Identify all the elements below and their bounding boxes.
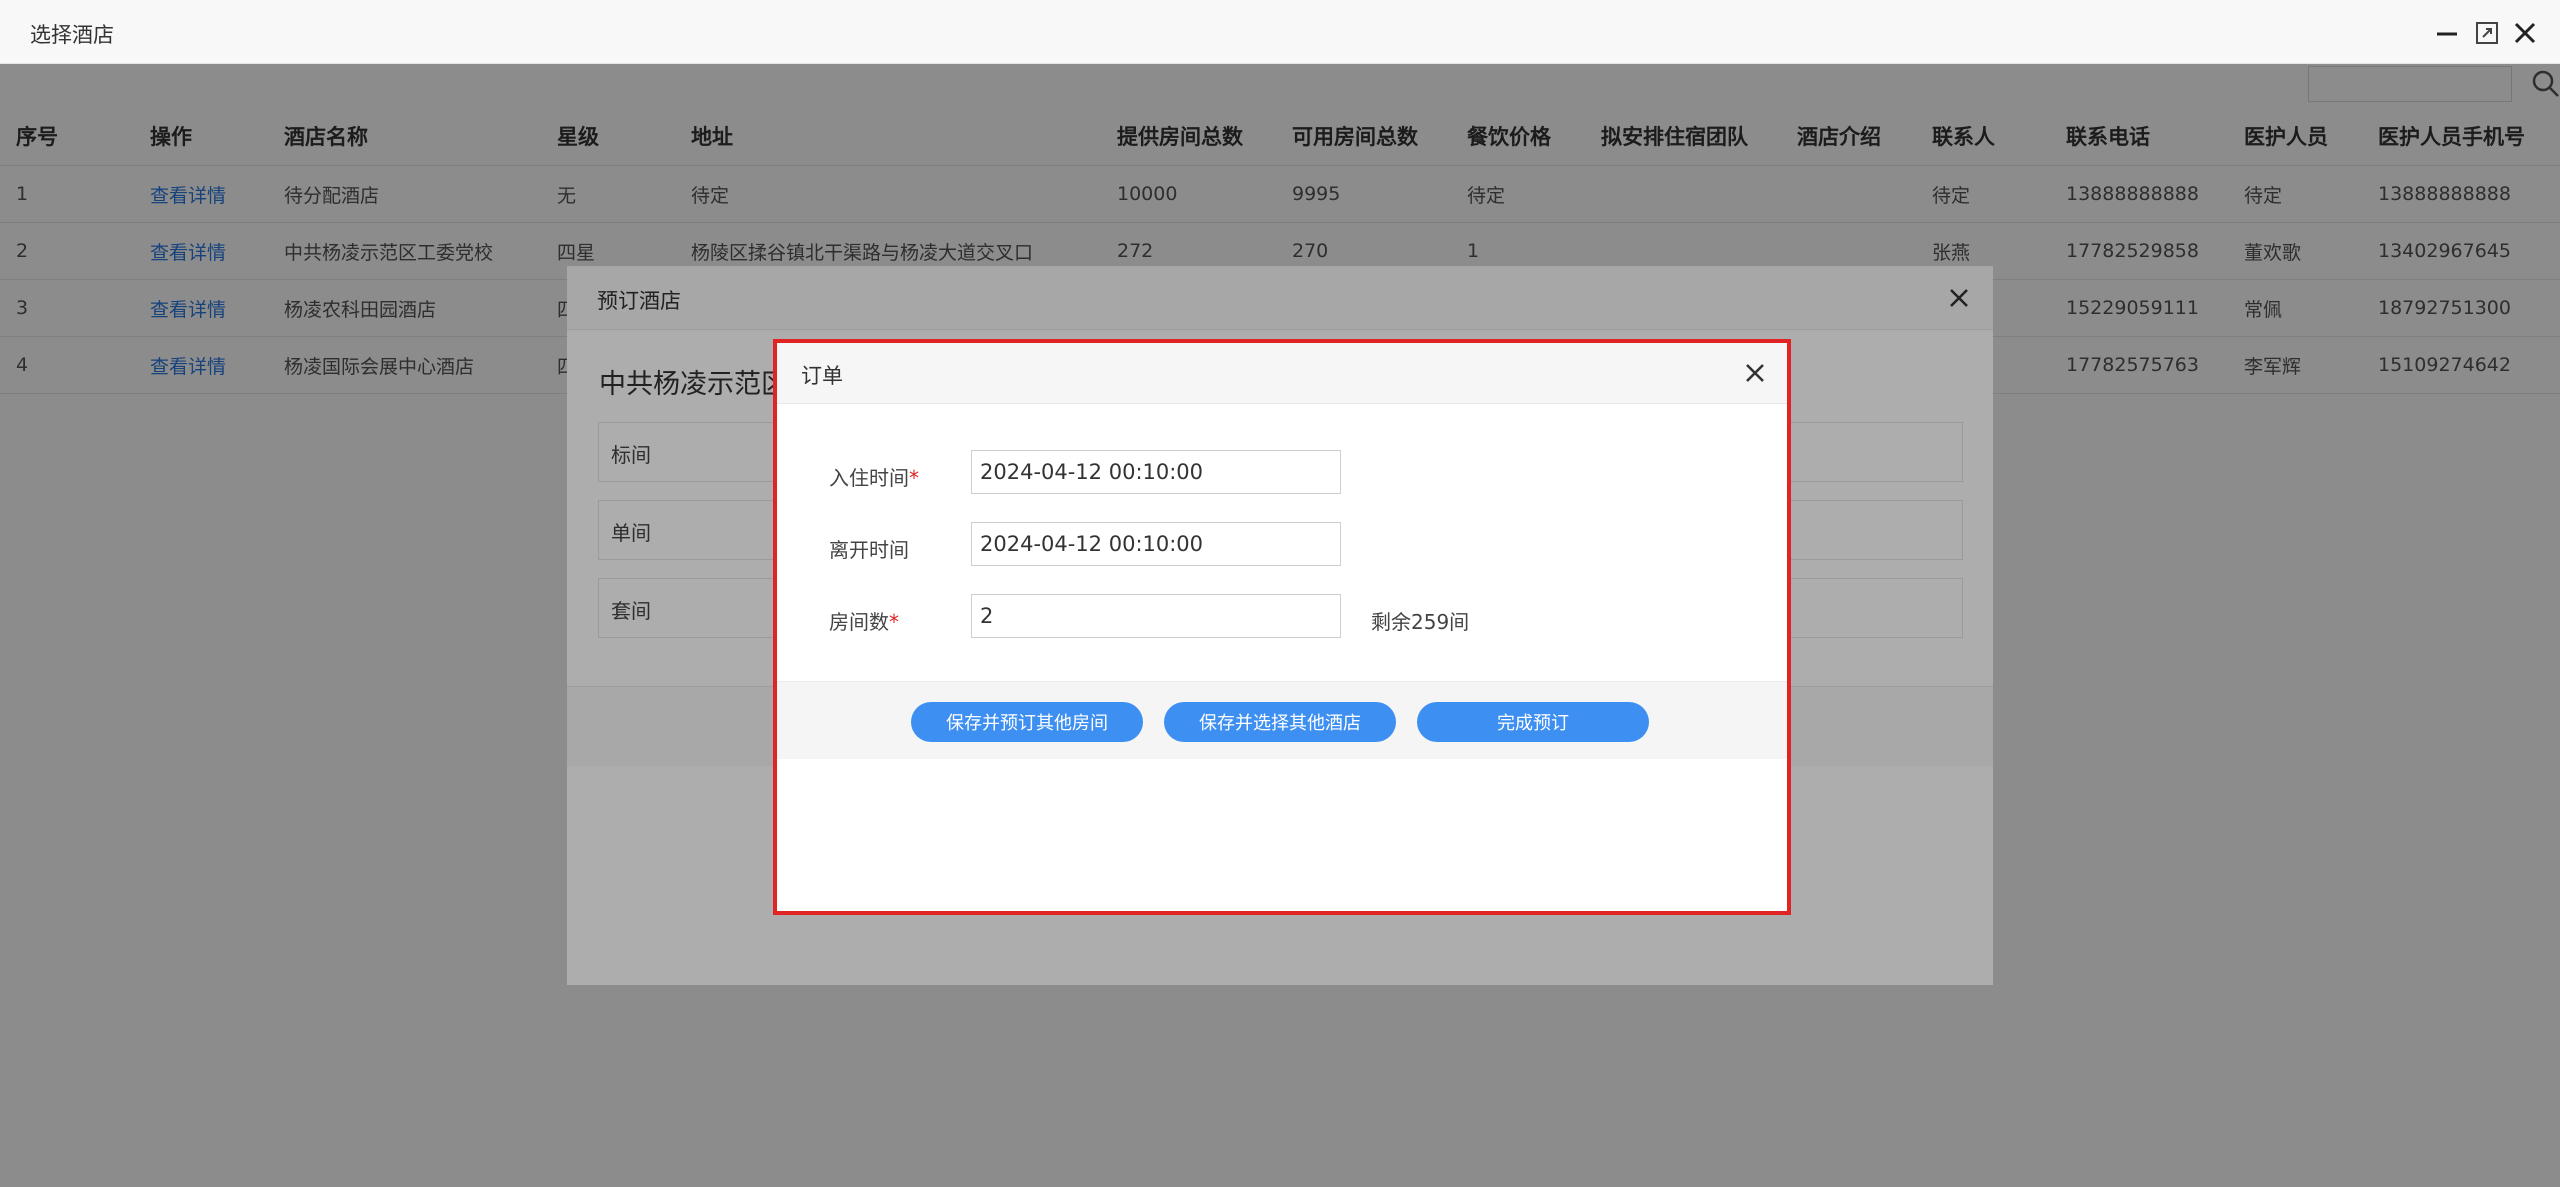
checkin-row: 入住时间* [777, 450, 1787, 496]
required-mark: * [909, 466, 919, 490]
order-dialog-title: 订单 [801, 364, 843, 388]
checkout-input[interactable] [971, 522, 1341, 566]
close-icon[interactable] [2512, 20, 2538, 46]
close-icon[interactable] [1741, 359, 1769, 387]
checkin-label: 入住时间* [829, 462, 919, 491]
rooms-label: 房间数* [829, 606, 899, 635]
minimize-icon[interactable] [2434, 20, 2460, 46]
checkin-input[interactable] [971, 450, 1341, 494]
save-book-other-rooms-button[interactable]: 保存并预订其他房间 [911, 702, 1143, 742]
rooms-input[interactable] [971, 594, 1341, 638]
order-dialog-footer: 保存并预订其他房间 保存并选择其他酒店 完成预订 [777, 681, 1787, 759]
save-choose-other-hotel-button[interactable]: 保存并选择其他酒店 [1164, 702, 1396, 742]
order-dialog-header: 订单 [777, 343, 1787, 404]
window-title: 选择酒店 [30, 23, 114, 47]
checkout-label: 离开时间 [829, 538, 909, 562]
order-dialog: 订单 入住时间* 离开时间 房间数* 剩余259间 保存并预订其他房间 保存并选… [773, 339, 1791, 915]
required-mark: * [889, 610, 899, 634]
rooms-row: 房间数* 剩余259间 [777, 594, 1787, 640]
maximize-icon[interactable] [2474, 20, 2500, 46]
checkout-row: 离开时间 [777, 522, 1787, 568]
checkin-label-text: 入住时间 [829, 466, 909, 490]
window-titlebar: 选择酒店 [0, 0, 2560, 64]
rooms-label-text: 房间数 [829, 610, 889, 634]
remaining-rooms-hint: 剩余259间 [1371, 610, 1470, 634]
finish-booking-button[interactable]: 完成预订 [1417, 702, 1649, 742]
